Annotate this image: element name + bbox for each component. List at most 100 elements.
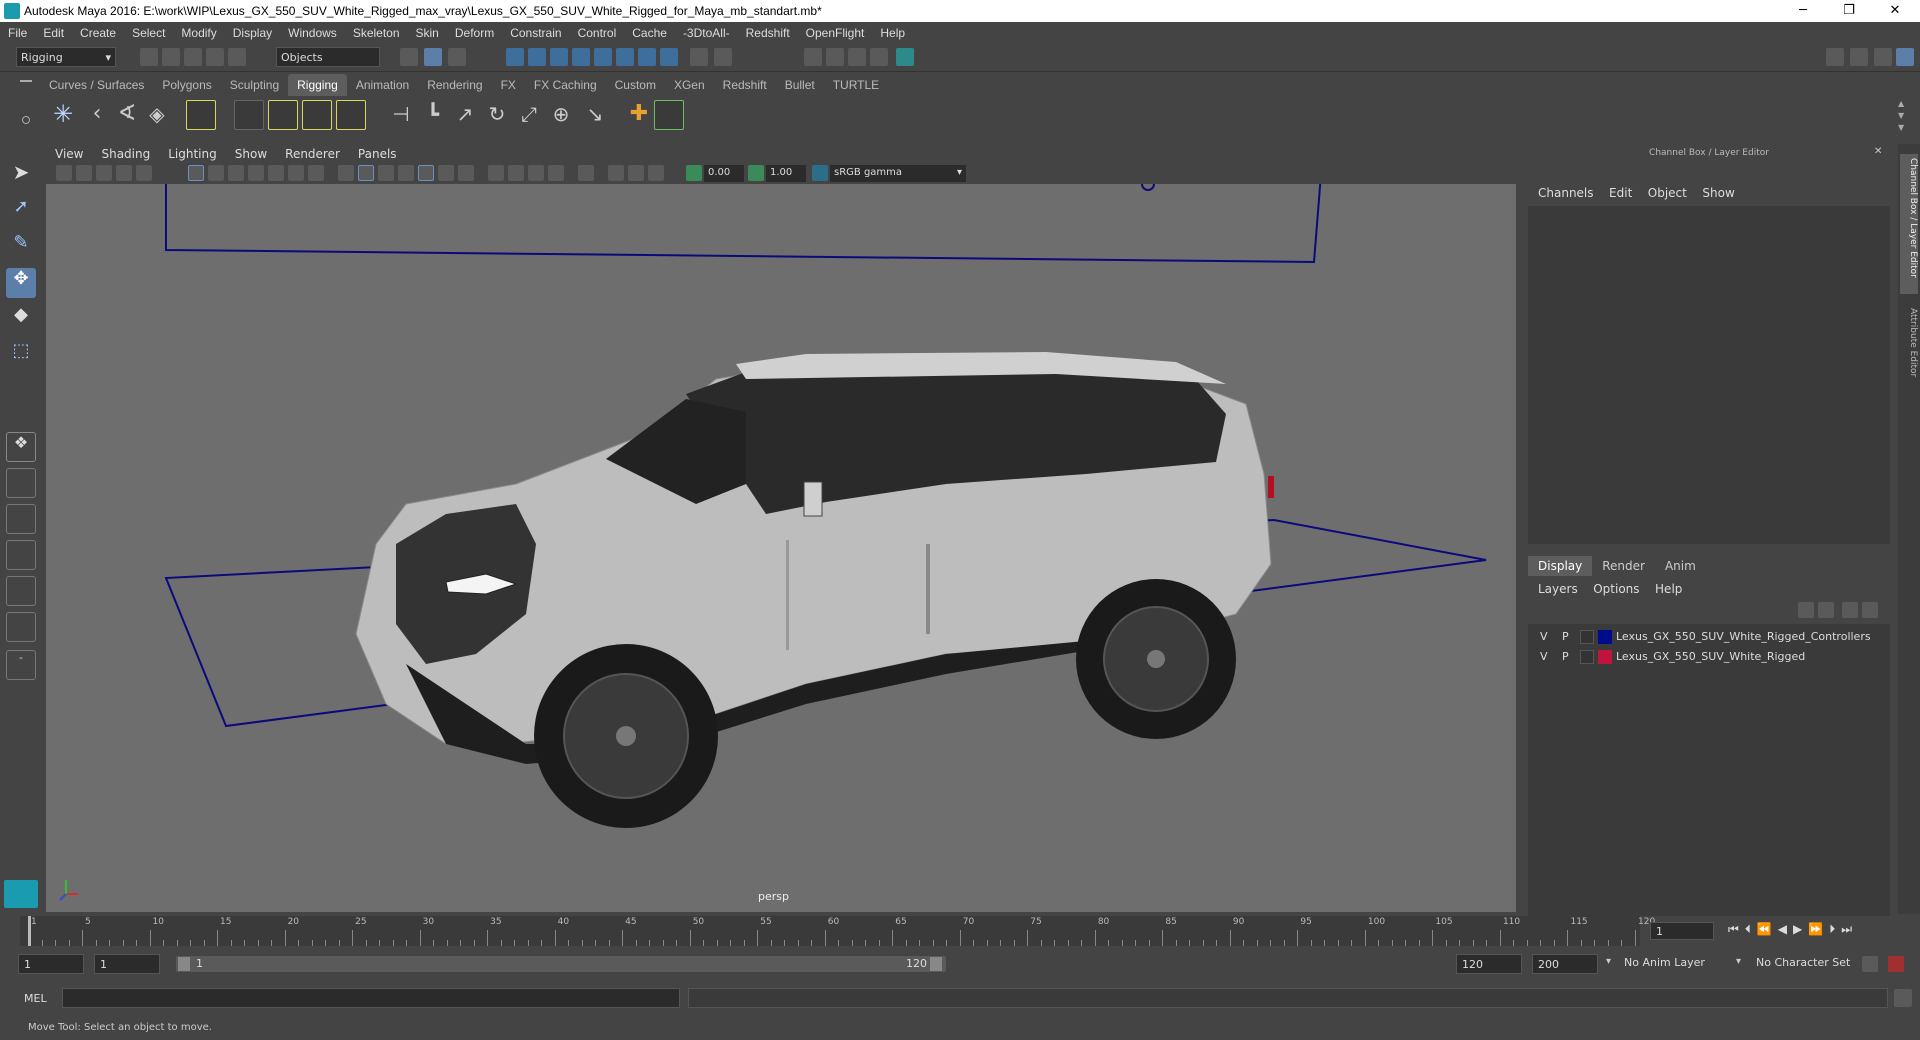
workspace-icon[interactable] (1826, 48, 1844, 66)
layer-visibility-toggle[interactable]: V (1540, 650, 1548, 663)
xray-active-icon[interactable] (628, 165, 644, 181)
range-slider-start-handle[interactable] (178, 957, 190, 971)
menu-skeleton[interactable]: Skeleton (345, 22, 408, 40)
layer-menu-options[interactable]: Options (1587, 582, 1645, 596)
snap-curve-icon[interactable] (528, 48, 546, 66)
undo-icon[interactable] (206, 48, 224, 66)
gate-mask-icon[interactable] (248, 165, 264, 181)
gamma-field[interactable]: 1.00 (766, 165, 806, 182)
ik-handle-icon[interactable]: ‹ (82, 100, 112, 130)
persp-graph-layout-icon[interactable] (6, 540, 36, 570)
symmetry-icon[interactable] (660, 48, 678, 66)
step-forward-key-icon[interactable]: ⏩ (1808, 922, 1829, 936)
save-scene-icon[interactable] (184, 48, 202, 66)
open-scene-icon[interactable] (162, 48, 180, 66)
smooth-shade-icon[interactable] (358, 165, 374, 181)
menu-cache[interactable]: Cache (624, 22, 675, 40)
scale-constraint-icon[interactable]: ⤢ (514, 100, 544, 130)
range-slider-end-handle[interactable] (930, 957, 942, 971)
menuset-dropdown[interactable]: Rigging ▾ (16, 47, 116, 67)
range-slider[interactable]: 1 120 (176, 956, 946, 972)
wireframe-icon[interactable] (338, 165, 354, 181)
four-view-layout-icon[interactable] (6, 468, 36, 498)
play-forwards-icon[interactable]: ▶ (1793, 922, 1808, 936)
layer-menu-help[interactable]: Help (1649, 582, 1688, 596)
play-backwards-icon[interactable]: ◀ (1778, 922, 1793, 936)
outliner-layout-icon[interactable] (6, 612, 36, 642)
viewport-menu-show[interactable]: Show (226, 144, 276, 164)
camera-attributes-icon[interactable] (76, 165, 92, 181)
chevron-down-icon[interactable]: ▾ (1736, 956, 1748, 967)
point-constraint-icon[interactable]: ┗ (418, 100, 448, 130)
channelbox-menu-channels[interactable]: Channels (1532, 186, 1600, 200)
interactive-bind-icon[interactable] (302, 100, 332, 130)
viewport-menu-shading[interactable]: Shading (92, 144, 159, 164)
channelbox-menu-edit[interactable]: Edit (1603, 186, 1638, 200)
menu-openflight[interactable]: OpenFlight (798, 22, 873, 40)
selection-mode-dropdown[interactable]: Objects (276, 47, 380, 67)
shelf-menu-icon[interactable] (20, 80, 32, 82)
close-button[interactable]: ✕ (1872, 0, 1918, 22)
locator-icon[interactable]: ✚ (624, 100, 654, 130)
lock-icon[interactable] (690, 48, 708, 66)
character-set-dropdown[interactable]: No Character Set (1756, 956, 1868, 969)
snap-view-icon[interactable] (572, 48, 590, 66)
layer-tab-anim[interactable]: Anim (1655, 556, 1706, 576)
safe-action-icon[interactable] (288, 165, 304, 181)
maya-home-icon[interactable] (4, 880, 38, 908)
menu-skin[interactable]: Skin (408, 22, 447, 40)
go-to-start-icon[interactable]: ⏮ (1728, 922, 1745, 936)
pole-vector-icon[interactable]: ⊕ (546, 100, 576, 130)
animation-end-field[interactable]: 200 (1532, 954, 1598, 974)
hypershade-icon[interactable] (896, 48, 914, 66)
hypershade-layout-icon[interactable] (6, 576, 36, 606)
custom-layout-icon[interactable]: - (6, 650, 36, 680)
perspective-viewport[interactable]: persp (46, 184, 1516, 912)
select-object-icon[interactable] (424, 48, 442, 66)
layer-type-toggle[interactable] (1580, 650, 1594, 664)
shelf-scroll-icon[interactable]: ▲ ▼ ▼ (1898, 98, 1908, 134)
menu-modify[interactable]: Modify (173, 22, 224, 40)
paint-skin-weights-icon[interactable] (336, 100, 366, 130)
use-all-lights-icon[interactable] (438, 165, 454, 181)
grid-icon[interactable] (188, 165, 204, 181)
menu-redshift[interactable]: Redshift (738, 22, 798, 40)
snap-point-icon[interactable] (550, 48, 568, 66)
chevron-down-icon[interactable]: ▾ (1606, 956, 1618, 967)
shelf-tab-curves-surfaces[interactable]: Curves / Surfaces (40, 74, 153, 96)
viewport-menu-renderer[interactable]: Renderer (276, 144, 349, 164)
image-plane-icon[interactable] (116, 165, 132, 181)
motion-blur-icon[interactable] (508, 165, 524, 181)
shelf-tab-xgen[interactable]: XGen (665, 74, 714, 96)
layer-menu-layers[interactable]: Layers (1532, 582, 1584, 596)
smooth-bind-icon[interactable] (268, 100, 298, 130)
shelf-tab-turtle[interactable]: TURTLE (824, 74, 888, 96)
render-view-icon[interactable] (804, 48, 822, 66)
auto-key-icon[interactable] (1862, 956, 1878, 972)
grease-pencil-icon[interactable] (136, 165, 152, 181)
select-component-icon[interactable] (448, 48, 466, 66)
xray-joints-icon[interactable] (608, 165, 624, 181)
layer-row[interactable]: V P Lexus_GX_550_SUV_White_Rigged (1532, 648, 1894, 666)
rotate-tool-icon[interactable]: ◆ (6, 304, 36, 334)
shelf-tab-rendering[interactable]: Rendering (418, 74, 491, 96)
layer-visibility-toggle[interactable]: V (1540, 630, 1548, 643)
select-tool-icon[interactable]: ➤ (6, 160, 36, 190)
shelf-tab-fx-caching[interactable]: FX Caching (525, 74, 606, 96)
shelf-options-icon[interactable] (22, 116, 30, 124)
mel-input[interactable] (62, 988, 680, 1008)
snap-surface-icon[interactable] (594, 48, 612, 66)
menu-deform[interactable]: Deform (447, 22, 502, 40)
screen-space-ao-icon[interactable] (488, 165, 504, 181)
cluster-icon[interactable] (654, 100, 684, 130)
layer-color-swatch[interactable] (1598, 650, 1612, 664)
side-tab-attribute-editor[interactable]: Attribute Editor (1900, 304, 1918, 414)
select-hierarchy-icon[interactable] (400, 48, 418, 66)
camera-icon[interactable] (56, 165, 72, 181)
channel-box-toggle-icon[interactable] (1896, 48, 1914, 66)
anti-aliasing-icon[interactable] (528, 165, 544, 181)
exposure-field[interactable]: 0.00 (704, 165, 744, 182)
menu-create[interactable]: Create (72, 22, 124, 40)
channel-list[interactable] (1528, 206, 1890, 544)
new-empty-layer-icon[interactable] (1842, 602, 1858, 618)
